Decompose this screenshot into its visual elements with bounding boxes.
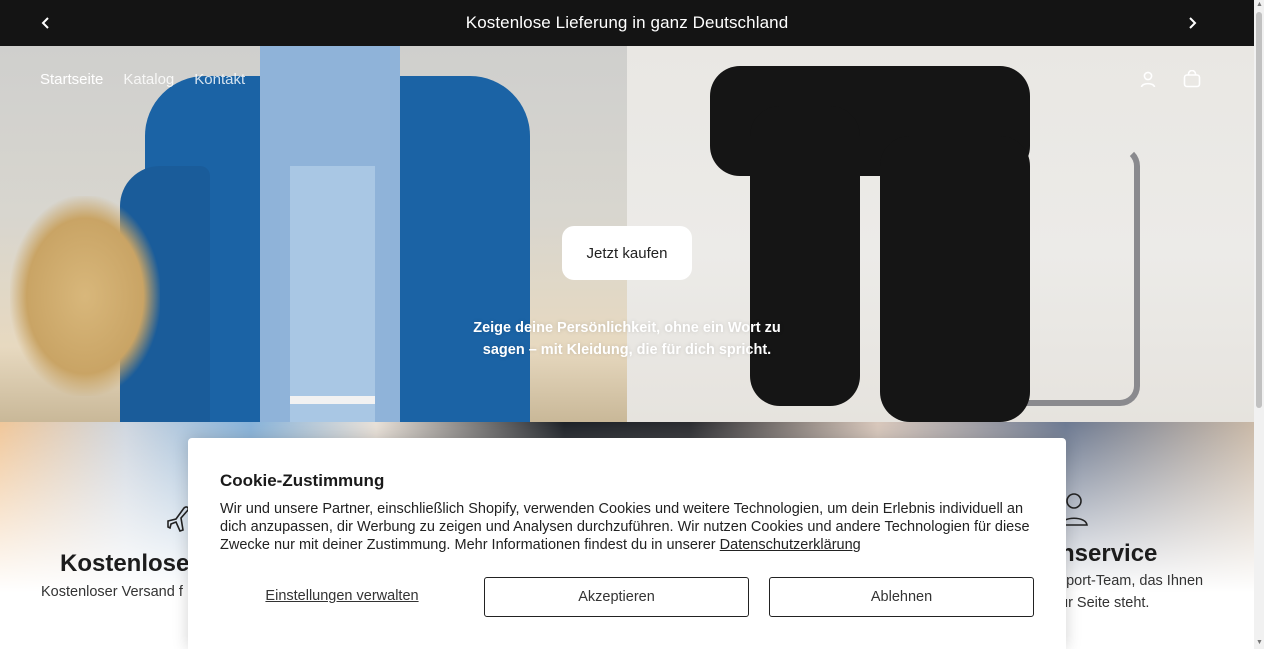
privacy-policy-link[interactable]: Datenschutzerklärung bbox=[720, 537, 861, 553]
nav-item-kontakt[interactable]: Kontakt bbox=[194, 71, 245, 88]
feature-desc-service-line2: ur Seite steht. bbox=[1060, 595, 1150, 611]
header-icons bbox=[1138, 69, 1202, 89]
cookie-title: Cookie-Zustimmung bbox=[220, 471, 385, 490]
chevron-right-icon[interactable] bbox=[1181, 12, 1203, 34]
scroll-down-icon[interactable]: ▼ bbox=[1256, 639, 1263, 647]
announcement-bar: Kostenlose Lieferung in ganz Deutschland bbox=[0, 0, 1254, 46]
feature-title-service: nservice bbox=[1060, 540, 1158, 567]
scroll-up-icon[interactable]: ▲ bbox=[1256, 1, 1263, 9]
shop-now-button[interactable]: Jetzt kaufen bbox=[562, 226, 692, 280]
nav-item-startseite[interactable]: Startseite bbox=[40, 71, 103, 88]
decline-cookies-button[interactable]: Ablehnen bbox=[769, 577, 1034, 617]
hero-raffia-bundle bbox=[10, 196, 160, 396]
main-nav: Startseite Katalog Kontakt bbox=[40, 71, 245, 88]
cookie-body-text: Wir und unsere Partner, einschließlich S… bbox=[220, 501, 1030, 553]
hero-tagline: Zeige deine Persönlichkeit, ohne ein Wor… bbox=[473, 320, 781, 358]
cart-icon[interactable] bbox=[1182, 69, 1202, 89]
chevron-left-icon[interactable] bbox=[35, 12, 57, 34]
page-scrollbar[interactable]: ▲ ▼ bbox=[1254, 0, 1264, 649]
nav-item-katalog[interactable]: Katalog bbox=[123, 71, 174, 88]
feature-desc-service-line1: pport-Team, das Ihnen bbox=[1058, 573, 1204, 589]
cookie-body: Wir und unsere Partner, einschließlich S… bbox=[220, 500, 1040, 554]
manage-settings-link[interactable]: Einstellungen verwalten bbox=[220, 588, 464, 604]
feature-desc-shipping: Kostenloser Versand f bbox=[41, 584, 183, 600]
hero-model-pants bbox=[710, 46, 1040, 422]
scrollbar-thumb[interactable] bbox=[1256, 12, 1262, 408]
hero-model-jacket bbox=[120, 46, 560, 422]
announcement-text: Kostenlose Lieferung in ganz Deutschland bbox=[465, 13, 789, 32]
accept-cookies-button[interactable]: Akzeptieren bbox=[484, 577, 749, 617]
feature-title-shipping: Kostenlose bbox=[60, 550, 190, 577]
hero-banner: Startseite Katalog Kontakt Jetzt kaufen … bbox=[0, 46, 1254, 422]
cookie-consent-dialog: Cookie-Zustimmung Wir und unsere Partner… bbox=[188, 438, 1066, 649]
account-icon[interactable] bbox=[1138, 69, 1158, 89]
